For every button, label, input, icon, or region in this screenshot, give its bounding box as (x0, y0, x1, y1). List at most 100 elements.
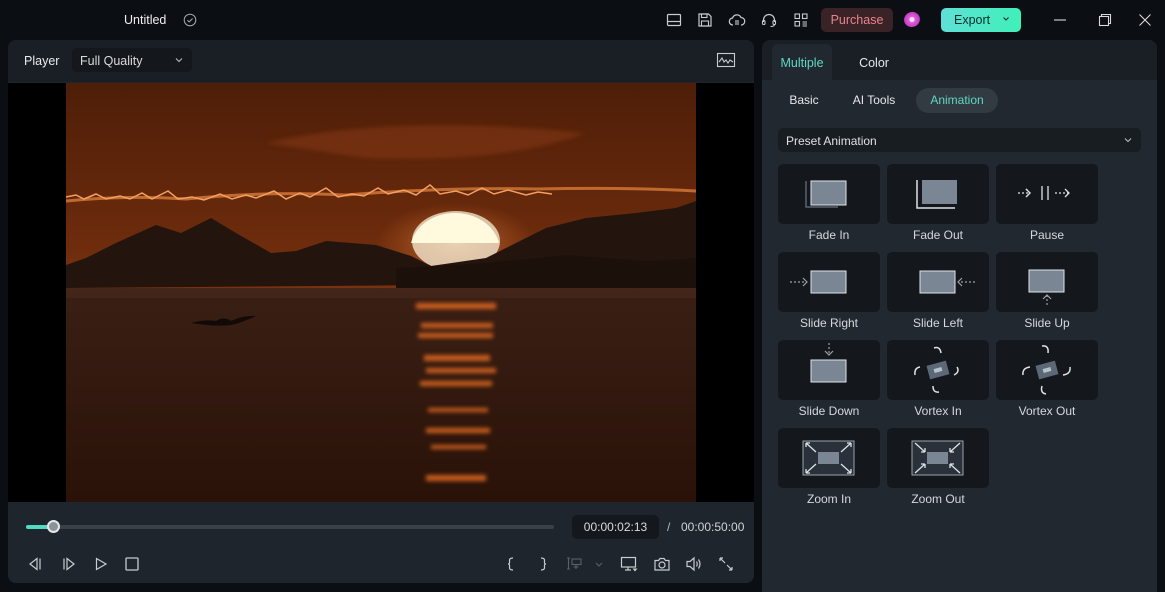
cloud-upload-icon[interactable] (728, 11, 746, 29)
export-label: Export (954, 13, 991, 27)
current-timecode[interactable]: 00:00:02:13 (572, 515, 659, 539)
player-panel: Player Full Quality 00:00:02:13 / 00:00:… (8, 40, 754, 583)
fullscreen-icon[interactable] (717, 555, 735, 573)
animation-thumbnail (887, 252, 989, 312)
vortex-out-icon (1022, 345, 1071, 395)
check-circle-icon (183, 13, 197, 27)
animation-label: Zoom In (806, 492, 851, 506)
volume-icon[interactable] (685, 555, 703, 573)
animation-preset-pause[interactable]: Pause (996, 164, 1098, 248)
restore-icon[interactable] (1096, 11, 1114, 29)
zoom-in-icon (802, 440, 855, 476)
next-frame-icon[interactable] (60, 555, 78, 573)
subtab-basic[interactable]: Basic (778, 88, 830, 113)
animation-preset-fade-in[interactable]: Fade In (778, 164, 880, 248)
animation-label: Slide Left (912, 316, 964, 330)
animation-preset-zoom-out[interactable]: Zoom Out (887, 428, 989, 512)
animation-label: Pause (1029, 228, 1065, 242)
stop-icon[interactable] (123, 555, 141, 573)
animation-label: Slide Down (798, 404, 860, 418)
animation-thumbnail (778, 340, 880, 400)
playback-controls: 00:00:02:13 / 00:00:50:00 (8, 502, 754, 583)
chevron-down-icon (595, 562, 603, 567)
animation-preset-vortex-out[interactable]: Vortex Out (996, 340, 1098, 424)
snapshot-icon[interactable] (653, 555, 671, 573)
purchase-button[interactable]: Purchase (821, 8, 893, 32)
animation-thumbnail (778, 428, 880, 488)
fade-out-icon (916, 180, 957, 209)
insert-marker-icon (567, 557, 582, 570)
chevron-down-icon[interactable] (1001, 14, 1011, 24)
animation-label: Vortex In (914, 404, 962, 418)
pause-icon (1018, 186, 1070, 200)
mark-in-icon[interactable] (502, 555, 520, 573)
total-duration: 00:00:50:00 (681, 520, 745, 534)
panel-tabs: Multiple Color (762, 40, 1157, 80)
chevron-down-icon (175, 58, 183, 63)
chevron-down-icon (1124, 138, 1132, 143)
video-scope-icon[interactable] (716, 52, 736, 68)
tab-label: Color (859, 56, 889, 70)
properties-panel: Multiple Color Basic AI Tools Animation … (762, 40, 1157, 592)
animation-preset-vortex-in[interactable]: Vortex In (887, 340, 989, 424)
animation-thumbnail (996, 164, 1098, 224)
animation-preset-slide-left[interactable]: Slide Left (887, 252, 989, 336)
window-edge (1157, 40, 1165, 592)
animation-thumbnail (887, 340, 989, 400)
quality-value: Full Quality (80, 54, 143, 68)
tab-color[interactable]: Color (847, 44, 901, 80)
animation-preset-slide-up[interactable]: Slide Up (996, 252, 1098, 336)
animation-label: Zoom Out (911, 492, 965, 506)
animation-thumbnail (996, 252, 1098, 312)
time-separator: / (667, 520, 671, 534)
slide-right-icon (790, 270, 847, 294)
player-header: Player Full Quality (8, 40, 754, 82)
video-frame (66, 83, 696, 502)
avatar[interactable] (901, 9, 923, 30)
headset-icon[interactable] (760, 11, 778, 29)
tab-multiple[interactable]: Multiple (772, 44, 832, 80)
mark-out-icon[interactable] (534, 555, 552, 573)
layout-icon[interactable] (665, 11, 683, 29)
zoom-out-icon (911, 440, 964, 476)
project-title: Untitled (124, 13, 167, 27)
animation-label: Fade In (808, 228, 850, 242)
save-icon[interactable] (696, 11, 714, 29)
quality-dropdown[interactable]: Full Quality (72, 48, 192, 72)
export-button[interactable]: Export (941, 8, 1021, 32)
animation-label: Fade Out (912, 228, 964, 242)
animation-preset-fade-out[interactable]: Fade Out (887, 164, 989, 248)
display-icon[interactable] (620, 555, 638, 573)
fade-in-icon (805, 180, 847, 208)
animation-label: Slide Up (1024, 316, 1070, 330)
title-bar: Untitled Purchase Export (0, 0, 1165, 40)
preset-select-value: Preset Animation (786, 134, 877, 148)
subtab-animation[interactable]: Animation (916, 88, 998, 113)
tab-label: Multiple (780, 56, 824, 70)
animation-preset-slide-right[interactable]: Slide Right (778, 252, 880, 336)
prev-frame-icon[interactable] (26, 555, 44, 573)
animation-preset-zoom-in[interactable]: Zoom In (778, 428, 880, 512)
subtab-ai-tools[interactable]: AI Tools (842, 88, 906, 113)
slide-down-icon (810, 343, 847, 383)
animation-label: Vortex Out (1018, 404, 1076, 418)
animation-label: Slide Right (799, 316, 859, 330)
player-label: Player (24, 54, 60, 68)
close-icon[interactable] (1136, 11, 1154, 29)
seek-handle[interactable] (47, 520, 61, 533)
video-viewport[interactable] (8, 83, 754, 502)
animation-thumbnail (887, 164, 989, 224)
animation-thumbnail (778, 252, 880, 312)
seek-bar[interactable] (26, 520, 554, 533)
animation-thumbnail (996, 340, 1098, 400)
slide-left-icon (919, 270, 977, 294)
animation-preset-slide-down[interactable]: Slide Down (778, 340, 880, 424)
minimize-icon[interactable] (1051, 11, 1069, 29)
play-icon[interactable] (92, 555, 110, 573)
slide-up-icon (1028, 269, 1065, 305)
sunset-image (66, 83, 696, 502)
apps-grid-icon[interactable] (792, 11, 810, 29)
animation-thumbnail (778, 164, 880, 224)
preset-animation-dropdown[interactable]: Preset Animation (778, 128, 1141, 152)
animation-thumbnail (887, 428, 989, 488)
